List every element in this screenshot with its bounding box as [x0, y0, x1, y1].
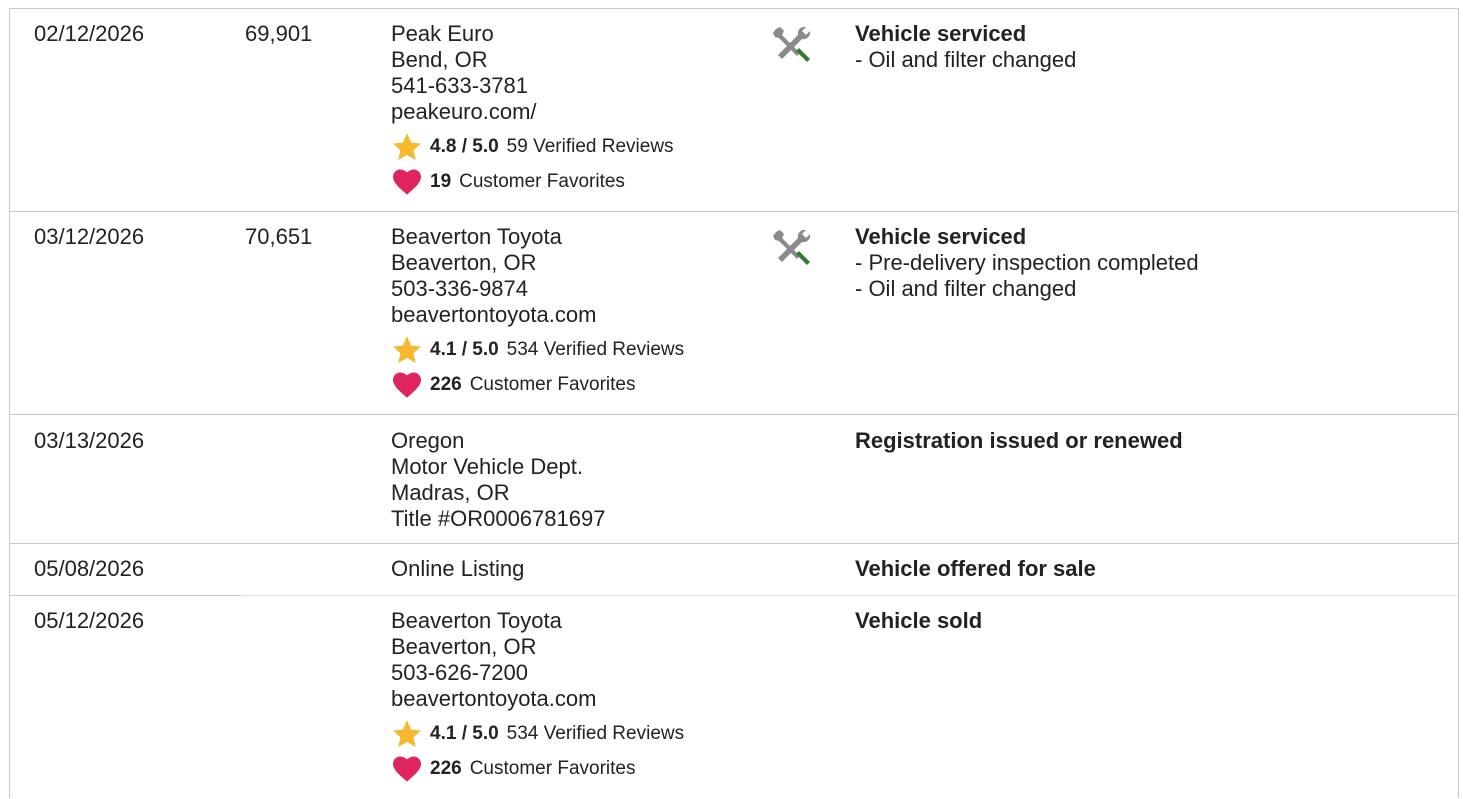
source-department: Motor Vehicle Dept. [391, 454, 583, 479]
favorites-row: 226 Customer Favorites [391, 367, 684, 402]
record-date: 03/12/2026 [34, 224, 145, 249]
service-tools-icon [770, 226, 814, 270]
rating-value: 4.8 / 5.0 [430, 135, 499, 157]
source-info: Beaverton Toyota Beaverton, OR 503-626-7… [391, 608, 684, 786]
event-description: Vehicle serviced - Oil and filter change… [855, 21, 1076, 73]
star-icon [393, 132, 421, 160]
source-location: Beaverton, OR [391, 250, 537, 275]
source-name: Beaverton Toyota [391, 224, 562, 249]
rating-value: 4.1 / 5.0 [430, 722, 499, 744]
favorites-label: Customer Favorites [469, 373, 636, 395]
event-title: Vehicle serviced [855, 21, 1027, 46]
event-description: Registration issued or renewed [855, 428, 1183, 454]
source-location: Beaverton, OR [391, 634, 537, 659]
heart-icon [393, 755, 421, 782]
vehicle-history-table: 02/12/2026 69,901 Peak Euro Bend, OR 541… [9, 8, 1460, 799]
event-title: Vehicle offered for sale [855, 556, 1096, 581]
event-detail: - Oil and filter changed [855, 47, 1077, 72]
event-title: Registration issued or renewed [855, 428, 1183, 453]
source-info: Beaverton Toyota Beaverton, OR 503-336-9… [391, 224, 684, 402]
favorites-label: Customer Favorites [469, 757, 636, 779]
source-name: Beaverton Toyota [391, 608, 562, 633]
event-description: Vehicle sold [855, 608, 982, 634]
record-date: 02/12/2026 [34, 21, 145, 46]
title-number: Title #OR0006781697 [391, 506, 606, 531]
record-date: 05/12/2026 [34, 608, 145, 633]
event-detail: - Oil and filter changed [855, 276, 1077, 301]
history-row: 03/12/2026 70,651 Beaverton Toyota Beave… [10, 212, 1458, 415]
rating-row[interactable]: 4.1 / 5.0 534 Verified Reviews [391, 332, 684, 367]
source-phone[interactable]: 503-336-9874 [391, 276, 684, 302]
event-description: Vehicle offered for sale [855, 556, 1096, 582]
history-row: 05/08/2026 Online Listing Vehicle offere… [10, 544, 1458, 595]
source-name: Peak Euro [391, 21, 494, 46]
rating-row[interactable]: 4.1 / 5.0 534 Verified Reviews [391, 716, 684, 751]
service-tools-icon [770, 23, 814, 67]
history-row: 03/13/2026 Oregon Motor Vehicle Dept. Ma… [10, 415, 1458, 543]
odometer-reading: 69,901 [245, 21, 313, 46]
event-description: Vehicle serviced - Pre-delivery inspecti… [855, 224, 1199, 302]
rating-row[interactable]: 4.8 / 5.0 59 Verified Reviews [391, 129, 674, 164]
source-location: Bend, OR [391, 47, 488, 72]
favorites-count: 226 [430, 757, 462, 779]
source-name: Oregon [391, 428, 465, 453]
verified-reviews-link[interactable]: 59 Verified Reviews [507, 134, 674, 160]
source-info: Oregon Motor Vehicle Dept. Madras, OR Ti… [391, 428, 605, 532]
record-date: 03/13/2026 [34, 428, 145, 453]
verified-reviews-link[interactable]: 534 Verified Reviews [507, 337, 684, 363]
source-info: Online Listing [391, 556, 524, 582]
event-detail: - Pre-delivery inspection completed [855, 250, 1199, 275]
source-name: Online Listing [391, 556, 525, 581]
favorites-label: Customer Favorites [459, 170, 625, 192]
source-phone[interactable]: 541-633-3781 [391, 73, 674, 99]
record-date: 05/08/2026 [34, 556, 145, 581]
event-title: Vehicle sold [855, 608, 983, 633]
favorites-count: 226 [430, 373, 462, 395]
source-info: Peak Euro Bend, OR 541-633-3781 peakeuro… [391, 21, 674, 199]
star-icon [393, 335, 421, 363]
history-row: 05/12/2026 Beaverton Toyota Beaverton, O… [10, 596, 1458, 799]
heart-icon [393, 168, 421, 195]
source-website-link[interactable]: peakeuro.com/ [391, 99, 674, 125]
heart-icon [393, 371, 421, 398]
odometer-reading: 70,651 [245, 224, 313, 249]
rating-value: 4.1 / 5.0 [430, 338, 499, 360]
favorites-count: 19 [430, 170, 452, 192]
favorites-row: 19 Customer Favorites [391, 164, 674, 199]
verified-reviews-link[interactable]: 534 Verified Reviews [507, 721, 684, 747]
source-website-link[interactable]: beavertontoyota.com [391, 302, 684, 328]
source-website-link[interactable]: beavertontoyota.com [391, 686, 684, 712]
event-title: Vehicle serviced [855, 224, 1027, 249]
star-icon [393, 719, 421, 747]
source-phone[interactable]: 503-626-7200 [391, 660, 684, 686]
favorites-row: 226 Customer Favorites [391, 751, 684, 786]
history-row: 02/12/2026 69,901 Peak Euro Bend, OR 541… [10, 9, 1458, 211]
source-location: Madras, OR [391, 480, 510, 505]
